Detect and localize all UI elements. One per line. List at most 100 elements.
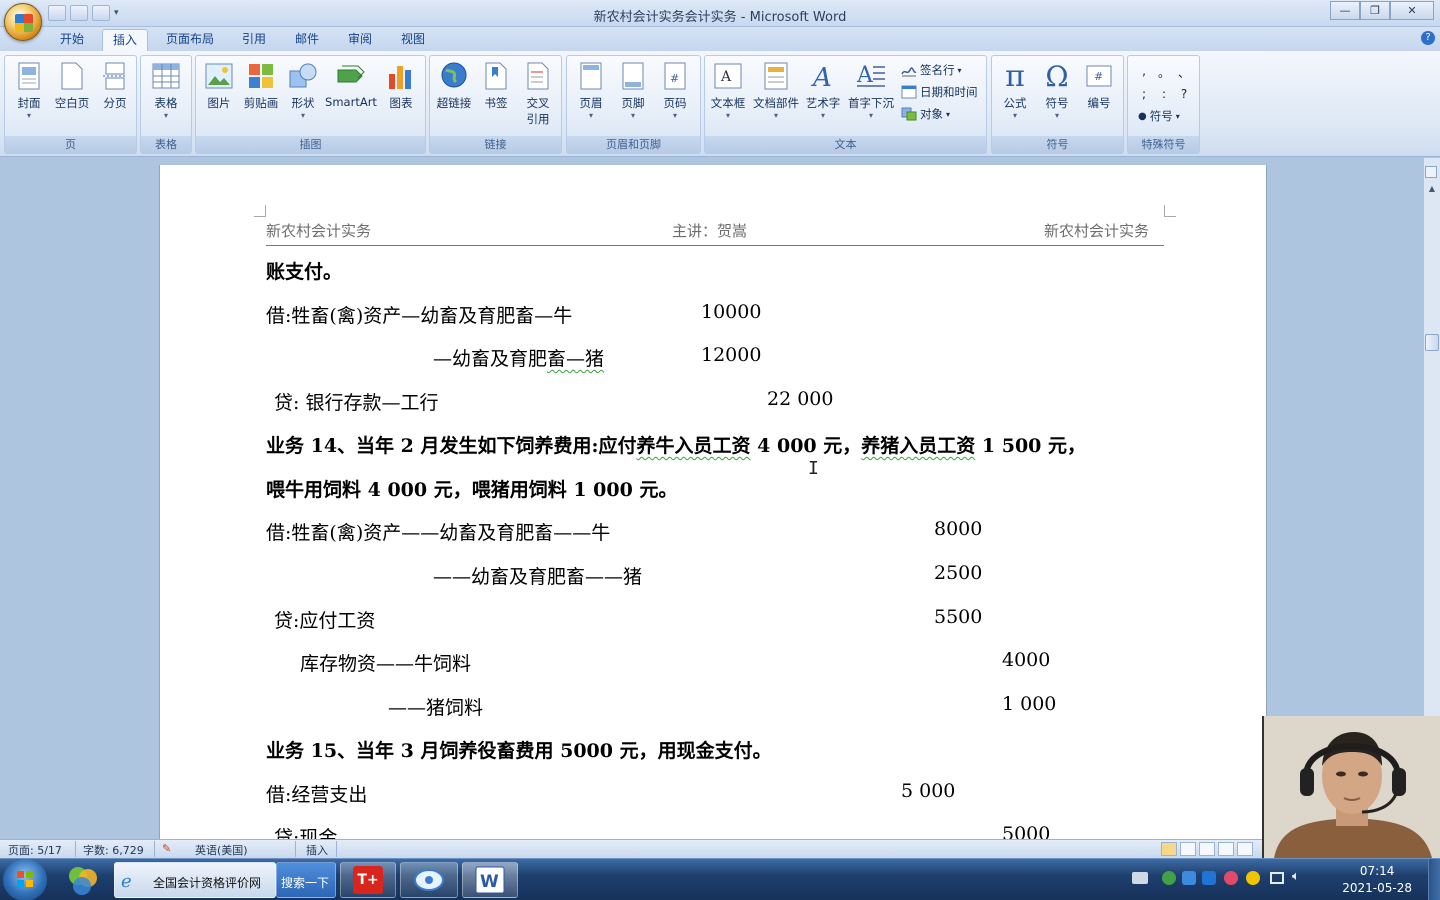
question-symbol[interactable]: ?: [1174, 87, 1194, 101]
period-symbol[interactable]: 。: [1154, 64, 1174, 81]
page-number-button[interactable]: # 页码 ▾: [655, 58, 695, 136]
tray-update-icon[interactable]: [1182, 871, 1196, 885]
chart-button[interactable]: 图表: [382, 58, 420, 136]
group-text: A 文本框 ▾ 文档部件 ▾ A 艺术字 ▾ A 首字下沉 ▾ 签名行 ▾ 日期和时间 对…: [704, 55, 987, 154]
equation-button[interactable]: π 公式 ▾: [995, 58, 1035, 136]
special-symbols-grid: , 。 、 ; : ?: [1134, 64, 1196, 101]
enum-comma-symbol[interactable]: 、: [1174, 64, 1194, 81]
show-desktop-button[interactable]: [1428, 859, 1440, 900]
dropcap-button[interactable]: A 首字下沉 ▾: [845, 58, 897, 136]
group-label-page: 页: [5, 136, 136, 153]
cross-reference-button[interactable]: 交叉 引用: [517, 58, 559, 136]
office-button[interactable]: [4, 3, 42, 41]
minimize-button[interactable]: —: [1330, 1, 1360, 20]
wordart-icon: A: [808, 61, 838, 91]
bookmark-button[interactable]: 书签: [477, 58, 515, 136]
shapes-button[interactable]: 形状 ▾: [284, 58, 322, 136]
group-special-symbols: , 。 、 ; : ? ● 符号 ▾ 特殊符号: [1127, 55, 1200, 154]
restore-button[interactable]: ❐: [1360, 1, 1390, 20]
web-layout-icon[interactable]: [1199, 842, 1215, 856]
tray-app-icon[interactable]: [1162, 871, 1176, 885]
svg-text:A: A: [856, 63, 874, 88]
group-label-table: 表格: [141, 136, 191, 153]
hyperlink-button[interactable]: 超链接: [433, 58, 475, 136]
office-logo-icon: [15, 14, 33, 32]
wordart-button[interactable]: A 艺术字 ▾: [803, 58, 843, 136]
taskbar-app-launcher[interactable]: [58, 862, 110, 898]
clock[interactable]: 07:14 2021-05-28: [1342, 863, 1412, 897]
tab-page-layout[interactable]: 页面布局: [158, 29, 222, 51]
taskbar-word-window[interactable]: W: [462, 862, 518, 898]
numbering-icon: #: [1084, 61, 1114, 91]
doc-line: ——猪饲料: [388, 697, 484, 719]
view-ruler-button[interactable]: [1425, 166, 1437, 178]
taskbar-tplus-app[interactable]: T+: [340, 862, 396, 898]
header-button[interactable]: 页眉 ▾: [571, 58, 611, 136]
tab-references[interactable]: 引用: [234, 29, 274, 51]
header-rule: [266, 245, 1164, 246]
start-button[interactable]: [3, 859, 47, 900]
ribbon-tabs: 开始 插入 页面布局 引用 邮件 审阅 视图: [0, 27, 1440, 51]
status-page[interactable]: 页面: 5/17: [8, 842, 62, 858]
semicolon-symbol[interactable]: ;: [1134, 87, 1154, 101]
close-button[interactable]: ✕: [1390, 1, 1434, 20]
full-screen-reading-icon[interactable]: [1180, 842, 1196, 856]
scroll-up-icon[interactable]: ▲: [1425, 182, 1439, 196]
taskbar-search-button[interactable]: 搜索一下: [276, 862, 336, 898]
table-button[interactable]: 表格 ▾: [146, 58, 186, 136]
tab-view[interactable]: 视图: [393, 29, 433, 51]
status-separator: [154, 841, 155, 857]
clipart-button[interactable]: 剪贴画: [240, 58, 282, 136]
comma-symbol[interactable]: ,: [1134, 64, 1154, 81]
tray-flower-icon[interactable]: [1224, 871, 1238, 885]
colon-symbol[interactable]: :: [1154, 87, 1174, 101]
tab-review[interactable]: 审阅: [340, 29, 380, 51]
tray-cloud-icon[interactable]: [1202, 871, 1216, 885]
status-insert-mode[interactable]: 插入: [306, 842, 328, 858]
keyboard-icon[interactable]: [1132, 872, 1148, 884]
print-layout-icon[interactable]: [1161, 842, 1177, 856]
document-page[interactable]: 新农村会计实务 主讲：贺嵩 新农村会计实务 账支付。 借:牲畜(禽)资产—幼畜及…: [159, 165, 1267, 865]
tray-plus-icon[interactable]: [1246, 871, 1260, 885]
tab-home[interactable]: 开始: [50, 29, 94, 51]
date-time-button[interactable]: 日期和时间: [901, 82, 978, 102]
document-workspace: 新农村会计实务 主讲：贺嵩 新农村会计实务 账支付。 借:牲畜(禽)资产—幼畜及…: [0, 157, 1440, 865]
textbox-button[interactable]: A 文本框 ▾: [707, 58, 749, 136]
webcam-overlay: [1262, 716, 1440, 858]
crop-mark: [254, 205, 266, 217]
taskbar-ie-window[interactable]: e 全国会计资格评价网: [114, 862, 276, 898]
blank-page-button[interactable]: 空白页: [51, 58, 93, 136]
doc-amount: 22 000: [767, 388, 834, 410]
picture-button[interactable]: 图片: [200, 58, 238, 136]
scroll-thumb[interactable]: [1425, 334, 1439, 351]
tab-mailings[interactable]: 邮件: [287, 29, 327, 51]
status-word-count[interactable]: 字数: 6,729: [83, 842, 144, 858]
numbering-button[interactable]: # 编号: [1079, 58, 1119, 136]
status-language[interactable]: 英语(美国): [195, 842, 248, 858]
symbol-button[interactable]: Ω 符号 ▾: [1037, 58, 1077, 136]
special-symbol-button[interactable]: ● 符号 ▾: [1138, 106, 1180, 126]
taskbar-chat-app[interactable]: [400, 862, 458, 898]
doc-line: 业务 15、当年 3 月饲养役畜费用 5000 元，用现金支付。: [266, 740, 772, 762]
footer-button[interactable]: 页脚 ▾: [613, 58, 653, 136]
text-cursor-icon: I: [808, 458, 819, 479]
quick-parts-icon: [761, 61, 791, 91]
help-icon[interactable]: ?: [1421, 31, 1435, 45]
quick-parts-button[interactable]: 文档部件 ▾: [751, 58, 801, 136]
page-break-button[interactable]: 分页: [95, 58, 135, 136]
cover-button[interactable]: 封面 ▾: [9, 58, 49, 136]
volume-icon[interactable]: 🔈︎: [1292, 869, 1300, 884]
tab-insert[interactable]: 插入: [102, 29, 148, 51]
cloud-app-icon: [414, 869, 444, 891]
outline-view-icon[interactable]: [1218, 842, 1234, 856]
object-icon: [901, 107, 917, 121]
signature-line-button[interactable]: 签名行 ▾: [901, 60, 962, 80]
network-icon[interactable]: [1270, 872, 1284, 884]
doc-amount: 5 000: [901, 780, 956, 802]
group-label-header-footer: 页眉和页脚: [567, 136, 700, 153]
draft-view-icon[interactable]: [1237, 842, 1253, 856]
proofing-icon[interactable]: ✎: [162, 842, 171, 855]
smartart-button[interactable]: SmartArt: [324, 58, 378, 136]
object-button[interactable]: 对象 ▾: [901, 104, 950, 124]
blank-page-icon: [57, 61, 87, 91]
